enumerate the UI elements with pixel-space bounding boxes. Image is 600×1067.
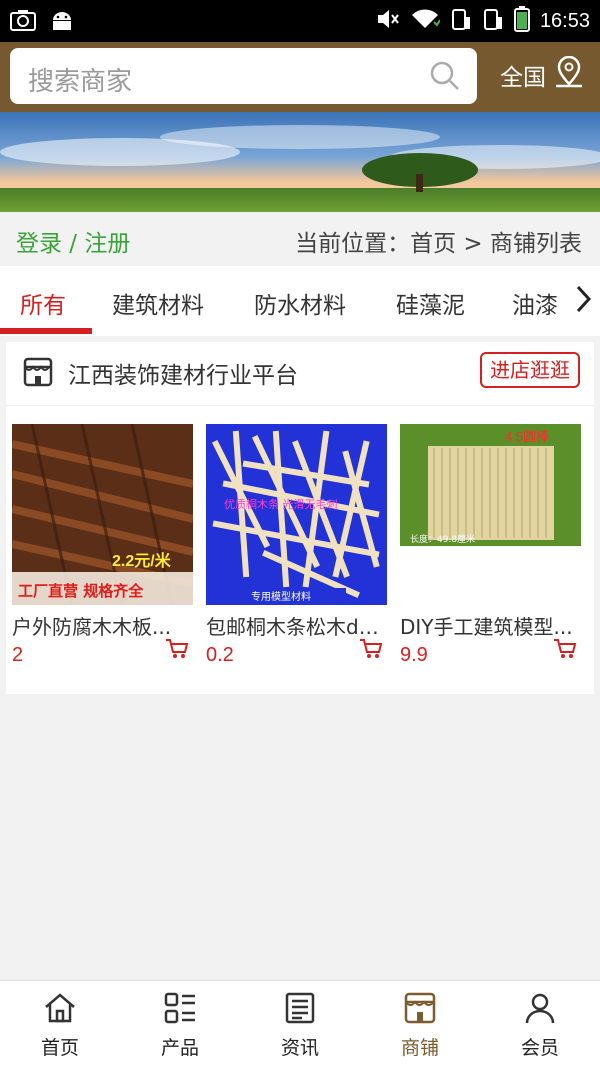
nav-products[interactable]: 产品 — [120, 981, 240, 1067]
product-image-subcaption: 专用模型材料 — [251, 590, 311, 603]
battery-icon — [513, 6, 530, 36]
bottom-nav: 首页 产品 资讯 商铺 会员 — [0, 980, 600, 1067]
product-name[interactable]: 户外防腐木木板... — [12, 611, 186, 640]
signal-icon-2 — [482, 7, 504, 35]
screenshot-icon — [10, 8, 36, 36]
region-selector[interactable]: 全国 — [500, 55, 584, 94]
nav-shops[interactable]: 商铺 — [360, 981, 480, 1067]
tab-all[interactable]: 所有 — [20, 286, 66, 320]
nav-label: 产品 — [160, 1037, 199, 1059]
shop-header: 江西装饰建材行业平台 进店逛逛 — [6, 342, 594, 406]
shop-icon — [403, 991, 437, 1029]
android-icon — [50, 8, 74, 36]
nav-news[interactable]: 资讯 — [240, 981, 360, 1067]
nav-home[interactable]: 首页 — [0, 981, 120, 1067]
add-to-cart-icon[interactable] — [553, 638, 577, 664]
breadcrumb: 当前位置：首页 > 商铺列表 — [295, 231, 582, 257]
product-image-slogan-text: 工厂直营 规格齐全 — [18, 582, 144, 600]
add-to-cart-icon[interactable] — [165, 638, 189, 664]
search-input[interactable]: 搜索商家 — [10, 48, 477, 104]
product-name[interactable]: 包邮桐木条松木di... — [206, 611, 380, 640]
nav-label: 会员 — [520, 1037, 559, 1059]
active-tab-indicator — [0, 328, 92, 334]
header-bar: 搜索商家 全国 — [0, 42, 600, 112]
breadcrumb-row: 登录 / 注册 当前位置：首页 > 商铺列表 — [0, 212, 600, 266]
wifi-icon — [410, 8, 441, 34]
nav-label: 首页 — [40, 1037, 79, 1059]
add-to-cart-icon[interactable] — [359, 638, 383, 664]
product-item[interactable]: 优质桐木条 光滑无毛刺 专用模型材料 包邮桐木条松木di... 0.2 — [206, 424, 387, 667]
search-icon[interactable] — [429, 60, 461, 96]
tabs-scroll-right-button[interactable] — [566, 266, 600, 336]
product-image[interactable]: 优质桐木条 光滑无毛刺 专用模型材料 — [206, 424, 387, 605]
category-tabs: 所有 建筑材料 防水材料 硅藻泥 油漆 — [0, 266, 600, 336]
tab-paint[interactable]: 油漆 — [512, 286, 558, 320]
news-icon — [283, 991, 317, 1029]
login-register-link[interactable]: 登录 / 注册 — [16, 224, 130, 258]
product-image[interactable]: 4.5圆棒 长度：49.8厘米 — [400, 424, 581, 546]
product-image-length-text: 长度：49.8厘米 — [410, 533, 475, 545]
shop-name[interactable]: 江西装饰建材行业平台 — [68, 356, 298, 390]
tab-building-materials[interactable]: 建筑材料 — [112, 286, 204, 320]
banner-image[interactable] — [0, 112, 600, 212]
clock: 16:53 — [539, 9, 590, 32]
nav-label: 资讯 — [280, 1037, 319, 1059]
product-item[interactable]: 2.2元/米 工厂直营 规格齐全 户外防腐木木板... 2 — [12, 424, 193, 667]
store-icon — [22, 356, 54, 392]
status-bar: 16:53 — [0, 0, 600, 42]
nav-member[interactable]: 会员 — [480, 981, 600, 1067]
nav-label: 商铺 — [400, 1037, 439, 1059]
search-placeholder: 搜索商家 — [28, 67, 133, 97]
product-image-spec-text: 4.5圆棒 — [505, 429, 549, 444]
region-label: 全国 — [500, 65, 546, 91]
tab-waterproof-materials[interactable]: 防水材料 — [254, 286, 346, 320]
product-image-caption: 优质桐木条 光滑无毛刺 — [224, 497, 338, 511]
location-pin-icon — [554, 55, 584, 94]
home-icon — [43, 991, 77, 1029]
grid-list-icon — [163, 991, 197, 1029]
tab-diatom-mud[interactable]: 硅藻泥 — [396, 286, 465, 320]
product-image-price-text: 2.2元/米 — [112, 551, 172, 570]
chevron-right-icon — [574, 284, 592, 318]
signal-icon-1 — [450, 7, 472, 35]
user-icon — [523, 991, 557, 1029]
enter-shop-button[interactable]: 进店逛逛 — [480, 352, 580, 388]
product-name[interactable]: DIY手工建筑模型... — [400, 611, 574, 640]
product-image[interactable]: 2.2元/米 工厂直营 规格齐全 — [12, 424, 193, 605]
product-item[interactable]: 4.5圆棒 长度：49.8厘米 DIY手工建筑模型... 9.9 — [400, 424, 581, 667]
mute-icon — [376, 8, 400, 34]
shop-card: 江西装饰建材行业平台 进店逛逛 2.2元/米 工厂直营 规格齐全 户外防腐木木板… — [6, 342, 594, 694]
